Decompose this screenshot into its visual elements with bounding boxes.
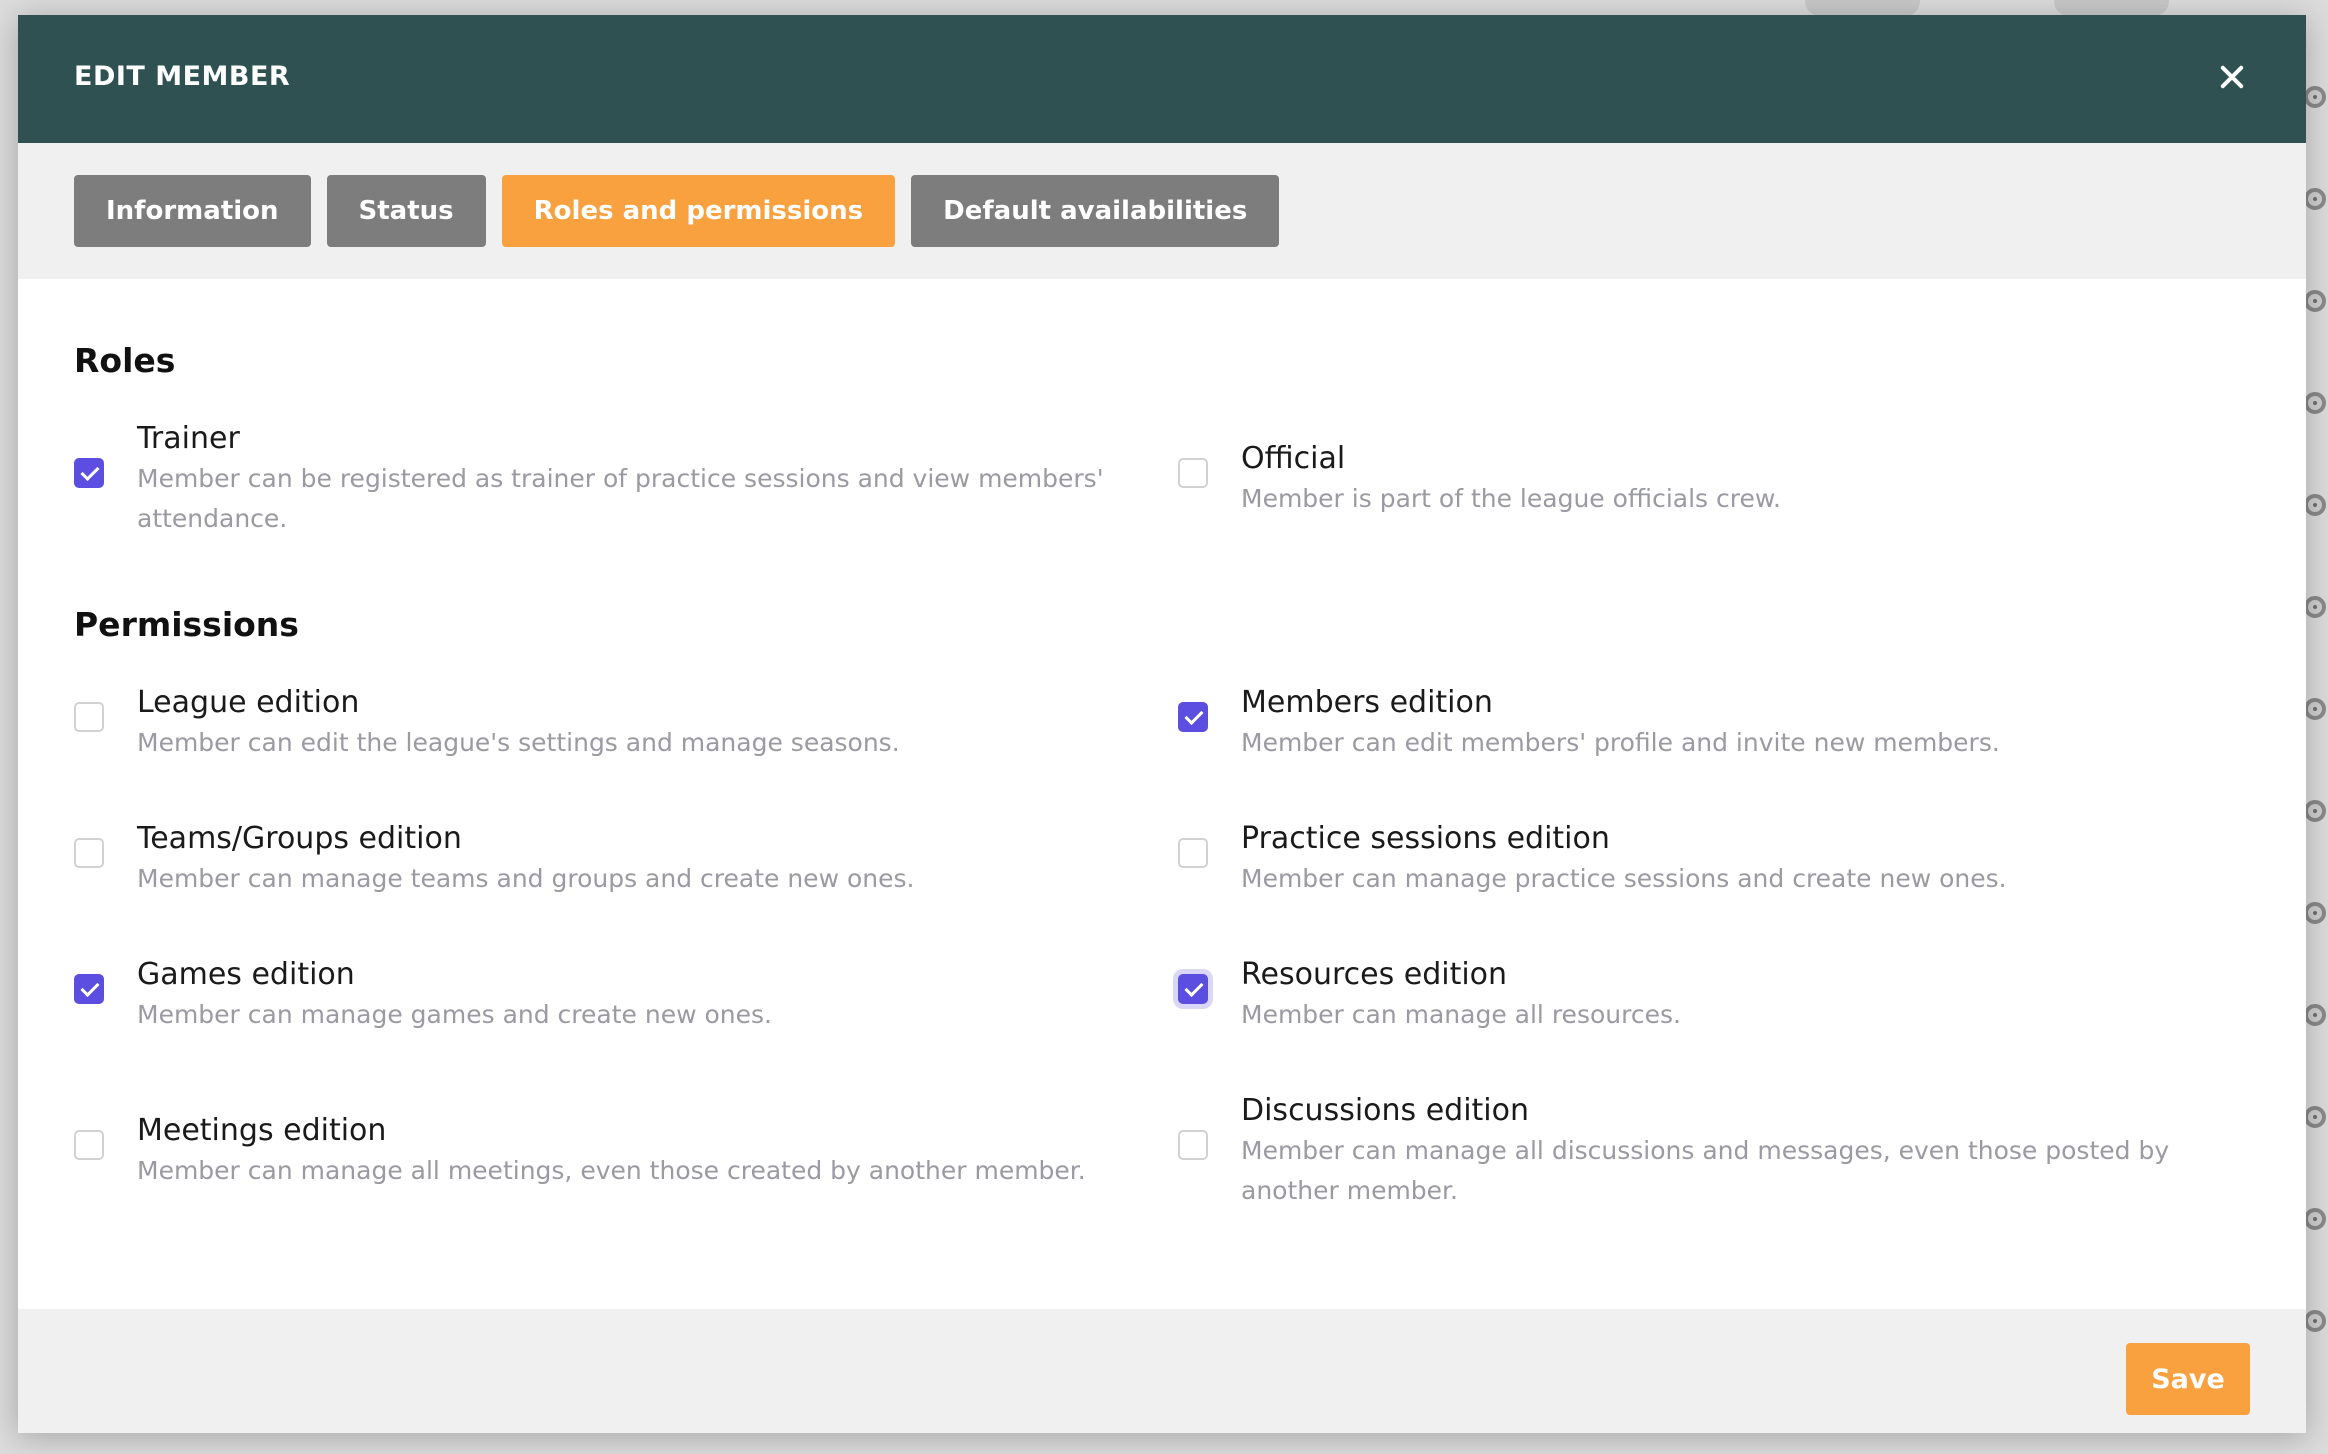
discussions-edition-checkbox[interactable] bbox=[1178, 1130, 1208, 1160]
eye-icon bbox=[2304, 188, 2326, 210]
resources-edition-checkbox[interactable] bbox=[1178, 974, 1208, 1004]
official-checkbox[interactable] bbox=[1178, 458, 1208, 488]
option-description: Member can edit the league's settings an… bbox=[137, 728, 900, 757]
eye-icon bbox=[2304, 1004, 2326, 1026]
eye-icon bbox=[2304, 290, 2326, 312]
eye-icon bbox=[2304, 1310, 2326, 1332]
eye-icon bbox=[2304, 698, 2326, 720]
option-label: Meetings edition bbox=[137, 1113, 387, 1148]
teams-groups-edition-checkbox[interactable] bbox=[74, 838, 104, 868]
permissions-heading: Permissions bbox=[74, 605, 299, 644]
edit-member-modal: EDIT MEMBER Information Status Roles and… bbox=[18, 15, 2306, 1433]
option-description: Member can manage teams and groups and c… bbox=[137, 864, 915, 893]
option-description: Member can manage all meetings, even tho… bbox=[137, 1156, 1086, 1185]
meetings-edition-checkbox[interactable] bbox=[74, 1130, 104, 1160]
trainer-checkbox[interactable] bbox=[74, 458, 104, 488]
practice-sessions-edition-checkbox[interactable] bbox=[1178, 838, 1208, 868]
tab-roles-and-permissions[interactable]: Roles and permissions bbox=[501, 175, 896, 247]
option-label: League edition bbox=[137, 685, 360, 720]
eye-icon bbox=[2304, 1106, 2326, 1128]
eye-icon bbox=[2304, 494, 2326, 516]
roles-heading: Roles bbox=[74, 341, 176, 380]
option-label: Practice sessions edition bbox=[1241, 821, 1610, 856]
option-label: Games edition bbox=[137, 957, 355, 992]
eye-icon bbox=[2304, 1208, 2326, 1230]
option-description: Member can manage practice sessions and … bbox=[1241, 864, 2007, 893]
option-description: Member is part of the league officials c… bbox=[1241, 484, 1781, 513]
option-label: Teams/Groups edition bbox=[137, 821, 462, 856]
modal-header: EDIT MEMBER bbox=[18, 15, 2306, 143]
option-description: Member can manage all discussions and me… bbox=[1241, 1136, 2170, 1205]
eye-icon bbox=[2304, 902, 2326, 924]
eye-icon bbox=[2304, 392, 2326, 414]
option-label: Official bbox=[1241, 441, 1346, 476]
members-edition-checkbox[interactable] bbox=[1178, 702, 1208, 732]
tab-bar: Information Status Roles and permissions… bbox=[74, 175, 1280, 247]
option-label: Resources edition bbox=[1241, 957, 1508, 992]
modal-footer: Save bbox=[18, 1309, 2306, 1433]
tab-default-availabilities[interactable]: Default availabilities bbox=[911, 175, 1280, 247]
option-description: Member can manage all resources. bbox=[1241, 1000, 1681, 1029]
tab-information[interactable]: Information bbox=[74, 175, 311, 247]
eye-icon bbox=[2304, 86, 2326, 108]
close-icon[interactable] bbox=[2214, 59, 2250, 95]
eye-icon bbox=[2304, 596, 2326, 618]
option-description: Member can manage games and create new o… bbox=[137, 1000, 772, 1029]
save-button[interactable]: Save bbox=[2126, 1343, 2250, 1415]
option-description: Member can edit members' profile and inv… bbox=[1241, 728, 2000, 757]
modal-title: EDIT MEMBER bbox=[74, 61, 291, 92]
tab-status[interactable]: Status bbox=[326, 175, 486, 247]
background-badge bbox=[1805, 0, 1920, 16]
eye-icon bbox=[2304, 800, 2326, 822]
option-label: Trainer bbox=[137, 421, 240, 456]
league-edition-checkbox[interactable] bbox=[74, 702, 104, 732]
option-description: Member can be registered as trainer of p… bbox=[137, 464, 1104, 533]
games-edition-checkbox[interactable] bbox=[74, 974, 104, 1004]
option-label: Members edition bbox=[1241, 685, 1493, 720]
modal-body: Roles Trainer Member can be registered a… bbox=[18, 279, 2306, 1309]
option-label: Discussions edition bbox=[1241, 1093, 1530, 1128]
background-badge bbox=[2054, 0, 2169, 16]
